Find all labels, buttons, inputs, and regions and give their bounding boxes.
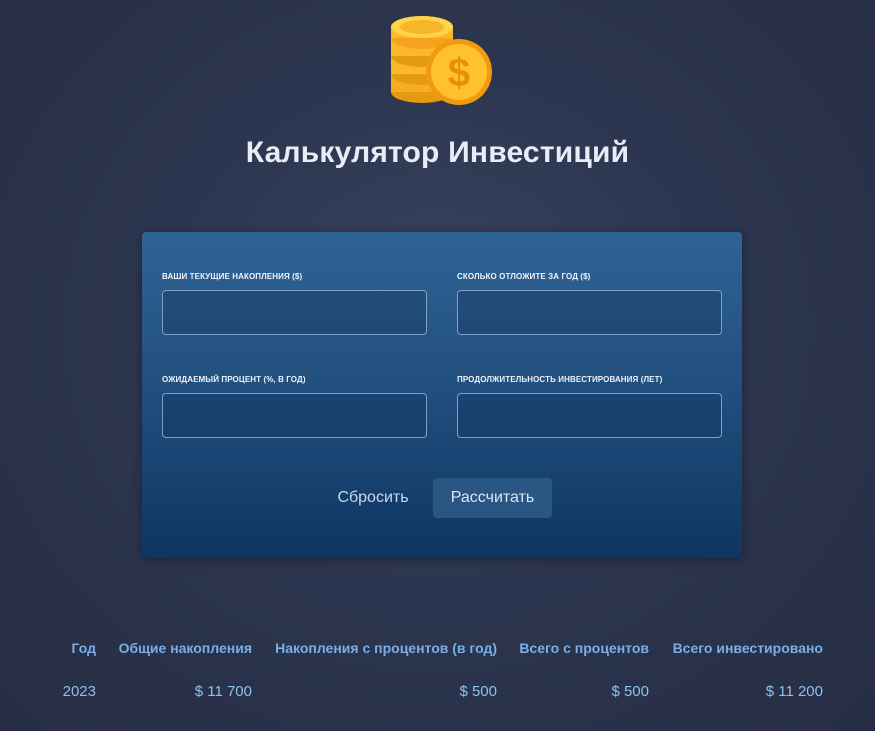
column-header-yearly-interest: Накопления с процентов (в год) — [275, 640, 497, 656]
current-savings-label: ВАШИ ТЕКУЩИЕ НАКОПЛЕНИЯ ($) — [162, 272, 303, 281]
expected-return-input[interactable] — [162, 393, 427, 438]
svg-text:$: $ — [448, 51, 470, 95]
yearly-savings-field: СКОЛЬКО ОТЛОЖИТЕ ЗА ГОД ($) — [457, 272, 722, 335]
column-header-year: Год — [71, 640, 97, 656]
calculator-form: ВАШИ ТЕКУЩИЕ НАКОПЛЕНИЯ ($) СКОЛЬКО ОТЛО… — [142, 232, 742, 558]
column-header-total-interest: Всего с процентов — [519, 640, 649, 656]
expected-return-label: ОЖИДАЕМЫЙ ПРОЦЕНТ (%, В ГОД) — [162, 375, 306, 384]
results-table: Год Общие накопления Накопления с процен… — [50, 630, 834, 716]
column-header-total-savings: Общие накопления — [118, 640, 252, 656]
cell-year: 2023 — [62, 682, 96, 700]
page-title: Калькулятор Инвестиций — [245, 136, 630, 169]
yearly-savings-input[interactable] — [457, 290, 722, 335]
cell-total-savings: $ 11 700 — [194, 682, 252, 700]
table-row: 2023 $ 11 700 $ 500 $ 500 $ 11 200 — [50, 666, 834, 716]
current-savings-field: ВАШИ ТЕКУЩИЕ НАКОПЛЕНИЯ ($) — [162, 272, 427, 335]
calculate-button[interactable]: Рассчитать — [433, 478, 552, 518]
coins-dollar-icon: $ — [388, 12, 494, 106]
cell-total-invested: $ 11 200 — [765, 682, 823, 700]
reset-button[interactable]: Сбросить — [328, 478, 418, 518]
expected-return-field: ОЖИДАЕМЫЙ ПРОЦЕНТ (%, В ГОД) — [162, 375, 427, 438]
cell-total-interest: $ 500 — [611, 682, 649, 700]
duration-field: ПРОДОЛЖИТЕЛЬНОСТЬ ИНВЕСТИРОВАНИЯ (ЛЕТ) — [457, 375, 722, 438]
yearly-savings-label: СКОЛЬКО ОТЛОЖИТЕ ЗА ГОД ($) — [457, 272, 591, 281]
current-savings-input[interactable] — [162, 290, 427, 335]
duration-label: ПРОДОЛЖИТЕЛЬНОСТЬ ИНВЕСТИРОВАНИЯ (ЛЕТ) — [457, 375, 663, 384]
duration-input[interactable] — [457, 393, 722, 438]
results-header-row: Год Общие накопления Накопления с процен… — [50, 630, 834, 666]
cell-yearly-interest: $ 500 — [459, 682, 497, 700]
column-header-total-invested: Всего инвестировано — [672, 640, 823, 656]
